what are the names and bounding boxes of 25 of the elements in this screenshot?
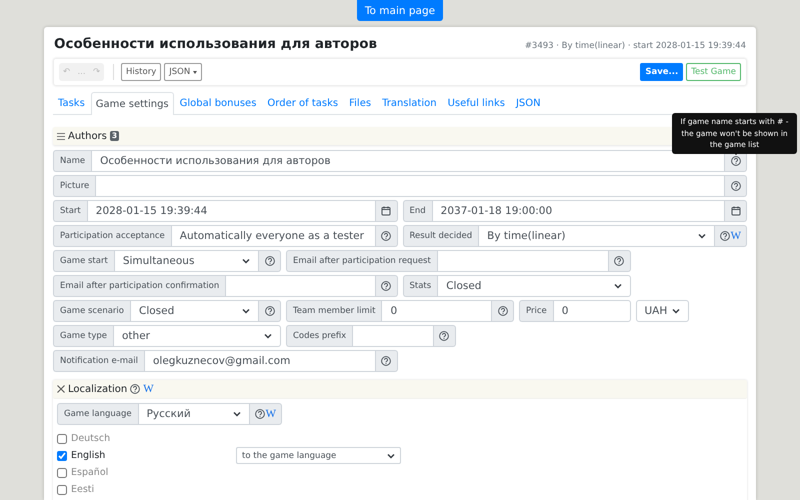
field-label: Team member limit (286, 300, 382, 322)
field-label: Start (53, 200, 87, 222)
game-title: Особенности использования для авторов (54, 36, 378, 52)
field-label: Stats (402, 275, 438, 297)
field-label: Email after participation confirmation (53, 275, 226, 297)
field-label: Participation acceptance (53, 225, 171, 247)
game-meta: #3493 · By time(linear) · start 2028-01-15 19:39:44 (524, 41, 746, 51)
section-title: Authors (68, 130, 107, 142)
field-label: Price (519, 300, 553, 322)
field-label: End (402, 200, 432, 222)
field-label: Name (53, 150, 92, 172)
field-label: Game language (57, 403, 138, 425)
field-label: Result decided (402, 225, 478, 247)
field-label: Notification e-mail (53, 350, 144, 372)
section-title: Localization (68, 384, 128, 394)
language-name: Eesti (71, 484, 96, 495)
field-label: Codes prefix (286, 325, 352, 347)
field-label: Email after participation request (286, 250, 437, 272)
language-name: Deutsch (71, 433, 112, 444)
language-name: Español (71, 467, 110, 478)
language-name: English (71, 450, 106, 461)
field-label: Game scenario (53, 300, 130, 322)
field-label: Game start (53, 250, 114, 272)
field-label: Game type (53, 325, 113, 347)
field-label: Picture (53, 175, 96, 197)
